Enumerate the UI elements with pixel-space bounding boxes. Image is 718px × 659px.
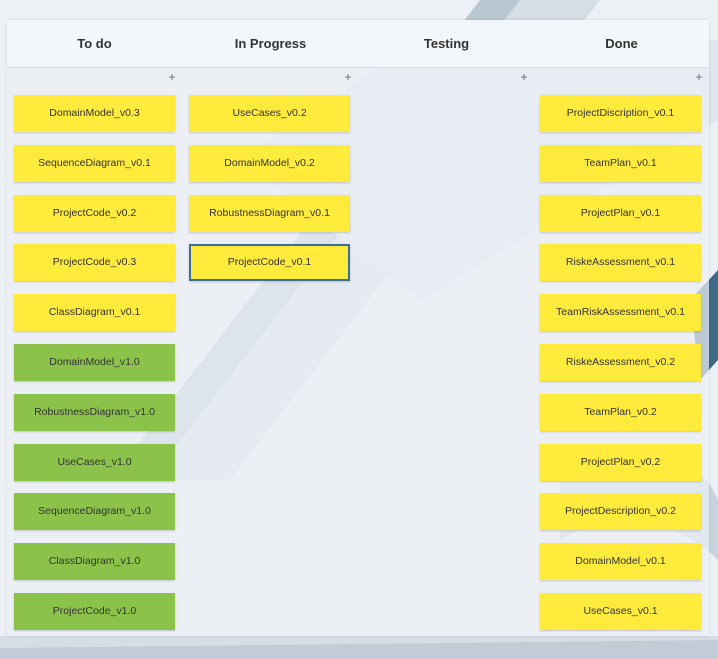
add-card-icon[interactable]: + — [518, 71, 530, 83]
add-card-icon[interactable]: + — [166, 71, 178, 83]
task-card[interactable]: RobustnessDiagram_v1.0 — [14, 394, 175, 431]
task-card[interactable]: TeamRiskAssessment_v0.1 — [540, 294, 701, 331]
kanban-board: To do + DomainModel_v0.3 SequenceDiagram_v0… — [7, 20, 709, 636]
column-to-do: + DomainModel_v0.3 SequenceDiagram_v0.1 Pro… — [7, 67, 182, 636]
column-title-done: Done — [605, 36, 638, 51]
task-card[interactable]: TeamPlan_v0.1 — [540, 145, 701, 182]
task-card[interactable]: TeamPlan_v0.2 — [540, 394, 701, 431]
task-card[interactable]: DomainModel_v1.0 — [14, 344, 175, 381]
task-card[interactable]: UseCases_v1.0 — [14, 444, 175, 481]
column-title-to-do: To do — [77, 36, 112, 51]
add-card-icon[interactable]: + — [342, 71, 354, 83]
task-card[interactable]: ProjectDiscription_v0.1 — [540, 95, 701, 132]
task-card[interactable]: ClassDiagram_v1.0 — [14, 543, 175, 580]
column-testing: + — [359, 67, 534, 636]
column-title-in-progress: In Progress — [234, 36, 307, 51]
task-card[interactable]: ProjectCode_v0.1 — [189, 244, 350, 281]
task-card[interactable]: SequenceDiagram_v1.0 — [14, 493, 175, 530]
column-in-progress: + UseCases_v0.2 DomainModel_v0.2 Robustness… — [183, 67, 358, 636]
task-card[interactable]: ProjectPlan_v0.1 — [540, 195, 701, 232]
task-card[interactable]: RiskeAssessment_v0.1 — [540, 244, 701, 281]
task-card[interactable]: ProjectCode_v0.3 — [14, 244, 175, 281]
task-card[interactable]: RiskeAssessment_v0.2 — [540, 344, 701, 381]
task-card[interactable]: ProjectDescription_v0.2 — [540, 493, 701, 530]
task-card[interactable]: UseCases_v0.2 — [189, 95, 350, 132]
task-card[interactable]: UseCases_v0.1 — [540, 593, 701, 630]
task-card[interactable]: DomainModel_v0.3 — [14, 95, 175, 132]
task-card[interactable]: ClassDiagram_v0.1 — [14, 294, 175, 331]
task-card[interactable]: ProjectCode_v0.2 — [14, 195, 175, 232]
task-card[interactable]: SequenceDiagram_v0.1 — [14, 145, 175, 182]
task-card[interactable]: DomainModel_v0.2 — [189, 145, 350, 182]
task-card[interactable]: ProjectPlan_v0.2 — [540, 444, 701, 481]
column-title-testing: Testing — [423, 36, 470, 51]
add-card-icon[interactable]: + — [693, 71, 705, 83]
column-done: + ProjectDiscription_v0.1 TeamPlan_v0.1 Pro… — [534, 67, 709, 636]
task-card[interactable]: RobustnessDiagram_v0.1 — [189, 195, 350, 232]
task-card[interactable]: DomainModel_v0.1 — [540, 543, 701, 580]
task-card[interactable]: ProjectCode_v1.0 — [14, 593, 175, 630]
